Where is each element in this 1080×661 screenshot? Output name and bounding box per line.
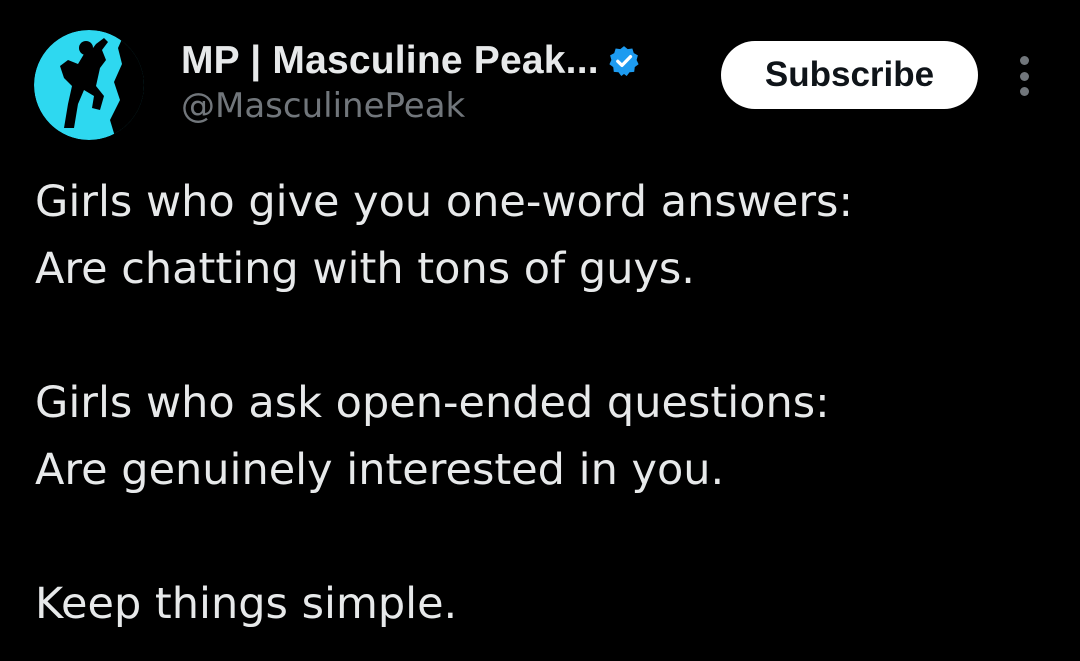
more-dot: [1019, 71, 1029, 81]
more-dot: [1019, 87, 1029, 96]
tweet-text: Girls who give you one-word answers: Are…: [35, 172, 1055, 641]
tweet-line: Girls who give you one-word answers:: [35, 177, 853, 227]
avatar[interactable]: [34, 30, 144, 140]
account-handle[interactable]: @MasculinePeak: [181, 86, 465, 126]
tweet-line: Are genuinely interested in you.: [35, 445, 725, 495]
display-name[interactable]: MP | Masculine Peak...: [181, 39, 599, 83]
tweet-line: Keep things simple.: [35, 579, 458, 629]
tweet-line: Girls who ask open-ended questions:: [35, 378, 830, 428]
climber-silhouette-avatar-icon: [34, 30, 144, 140]
verified-badge-icon: [607, 44, 641, 78]
more-dot: [1019, 56, 1029, 65]
account-name-row[interactable]: MP | Masculine Peak...: [181, 36, 641, 86]
tweet-line: Are chatting with tons of guys.: [35, 244, 695, 294]
subscribe-button[interactable]: Subscribe: [721, 41, 978, 109]
more-vertical-icon[interactable]: [1010, 56, 1038, 96]
